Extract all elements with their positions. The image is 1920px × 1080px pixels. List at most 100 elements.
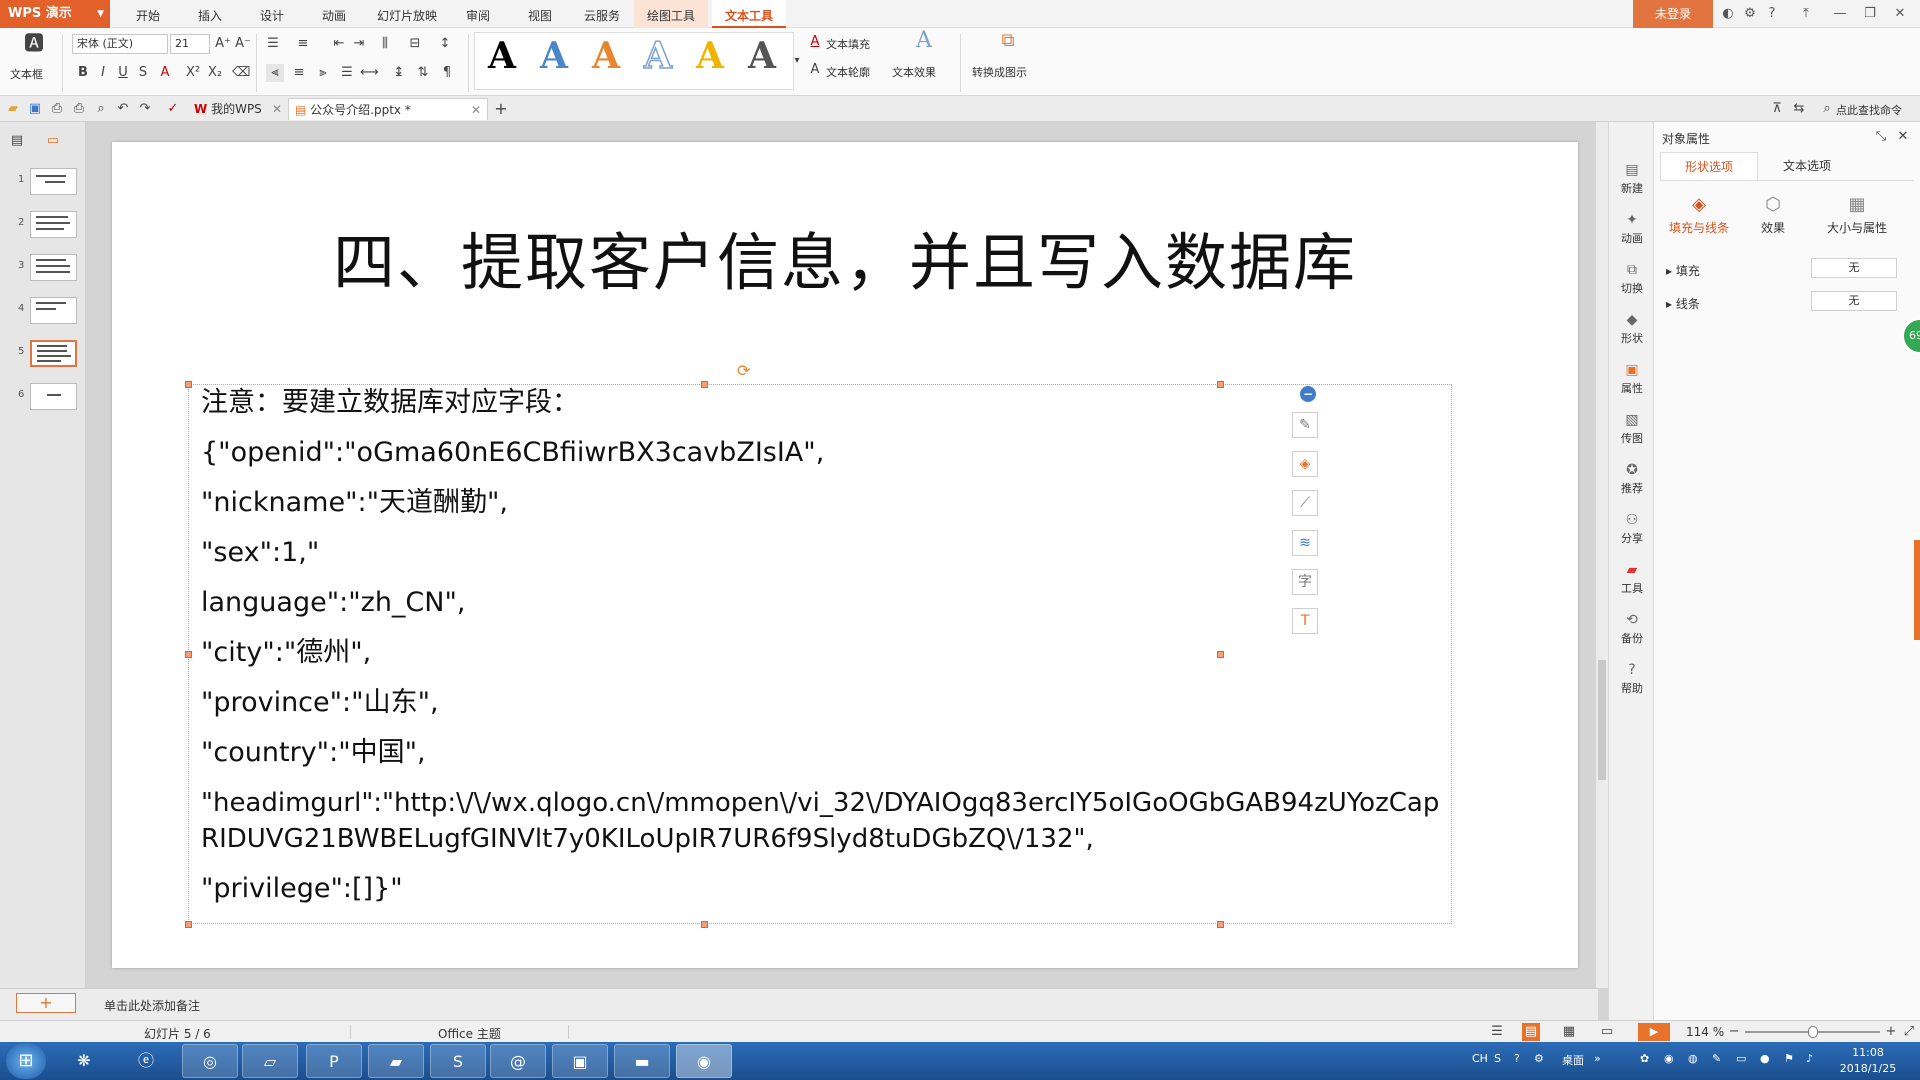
tab-design[interactable]: 设计 <box>254 0 290 28</box>
align-right-icon[interactable]: ⫸ <box>314 64 332 82</box>
resize-handle[interactable] <box>1217 651 1224 658</box>
fill-row[interactable]: ▸ 填充 <box>1666 262 1700 279</box>
zoom-in-icon[interactable]: + <box>1882 1023 1900 1041</box>
tab-animation[interactable]: 动画 <box>316 0 352 28</box>
tab-home[interactable]: 开始 <box>130 0 166 28</box>
slide-thumbnail-5[interactable] <box>30 340 77 367</box>
text-style-orange[interactable]: A <box>592 36 620 76</box>
restore-ribbon-icon[interactable]: ⤒ <box>1796 4 1816 24</box>
sublime-text-icon[interactable]: S <box>430 1044 486 1078</box>
reading-view-icon[interactable]: ▭ <box>1598 1023 1616 1041</box>
open-folder-icon[interactable]: ▰ <box>4 100 22 118</box>
vtool-share[interactable]: ⚇ 分享 <box>1609 512 1655 546</box>
undo-icon[interactable]: ↶ <box>114 100 132 118</box>
pin-icon[interactable]: ⊼ <box>1768 100 1786 118</box>
terminal-icon[interactable]: ▬ <box>614 1044 670 1078</box>
subtab-effects[interactable]: ⬡ 效果 <box>1728 194 1818 236</box>
selected-textbox[interactable]: 注意：要建立数据库对应字段： {"openid":"oGma60nE6CBfii… <box>185 381 1452 928</box>
vtool-upload-image[interactable]: ▧ 传图 <box>1609 412 1655 446</box>
notes-placeholder[interactable]: 单击此处添加备注 <box>104 997 200 1014</box>
increase-indent-icon[interactable]: ⇥ <box>350 35 368 53</box>
tray-app-icon[interactable]: ✿ <box>1640 1052 1649 1065</box>
outline-view-icon[interactable]: ▤ <box>8 132 26 150</box>
minimize-icon[interactable]: — <box>1830 4 1850 24</box>
vertical-scrollbar[interactable] <box>1596 122 1608 988</box>
zoom-slider-knob[interactable] <box>1808 1026 1818 1038</box>
tab-view[interactable]: 视图 <box>522 0 558 28</box>
textbox-icon[interactable]: 🅰 <box>22 33 46 58</box>
vtool-backup[interactable]: ⟲ 备份 <box>1609 612 1655 646</box>
textbox-button[interactable]: 文本框 <box>10 66 43 82</box>
text-effect-button[interactable]: 文本效果 <box>892 64 936 80</box>
sorter-view-icon[interactable]: ▦ <box>1560 1023 1578 1041</box>
layers-icon[interactable]: ≋ <box>1292 530 1318 556</box>
close-tab-icon[interactable]: ✕ <box>471 99 481 121</box>
align-text-icon[interactable]: ⊟ <box>406 35 424 53</box>
vtool-new[interactable]: ▤ 新建 <box>1609 162 1655 196</box>
chrome-icon[interactable]: ◉ <box>676 1044 732 1078</box>
line-row[interactable]: ▸ 线条 <box>1666 295 1700 312</box>
start-button-icon[interactable]: ⊞ <box>6 1043 46 1079</box>
fit-window-icon[interactable]: ⤢ <box>1900 1023 1918 1041</box>
zoom-out-icon[interactable]: − <box>1725 1023 1743 1041</box>
resize-handle[interactable] <box>701 381 708 388</box>
qq-icon[interactable]: ❋ <box>56 1044 112 1078</box>
volume-icon[interactable]: ♪ <box>1806 1052 1813 1065</box>
columns-icon[interactable]: ⫼ <box>376 35 394 53</box>
tab-active-document[interactable]: ▤ 公众号介绍.pptx * ✕ <box>288 98 488 120</box>
print-icon[interactable]: ⎙ <box>70 100 88 118</box>
close-tab-icon[interactable]: ✕ <box>272 98 282 120</box>
align-left-icon[interactable]: ⫷ <box>266 64 284 82</box>
tab-slideshow[interactable]: 幻灯片放映 <box>372 0 442 28</box>
clock-date[interactable]: 2018/1/25 <box>1832 1062 1904 1075</box>
line-style-icon[interactable]: ⟋ <box>1292 490 1318 516</box>
subscript-icon[interactable]: X₂ <box>206 64 224 82</box>
text-fill-icon[interactable]: A <box>806 33 824 51</box>
tray-tools-icon[interactable]: ✎ <box>1712 1052 1721 1065</box>
vtool-help[interactable]: ? 帮助 <box>1609 662 1655 696</box>
skin-icon[interactable]: ◐ <box>1718 4 1738 24</box>
slide-thumbnail-2[interactable] <box>30 211 77 238</box>
text-direction-icon[interactable]: ↕ <box>436 35 454 53</box>
convert-diagram-button[interactable]: 转换成图示 <box>972 64 1027 80</box>
line-spacing-icon[interactable]: ↨ <box>390 64 408 82</box>
snail-app-icon[interactable]: @ <box>490 1044 546 1078</box>
format-painter-icon[interactable]: ✓ <box>164 100 182 118</box>
fill-bucket-icon[interactable]: ◈ <box>1292 451 1318 477</box>
file-explorer-icon[interactable]: ▰ <box>368 1044 424 1078</box>
tab-insert[interactable]: 插入 <box>192 0 228 28</box>
decrease-indent-icon[interactable]: ⇤ <box>330 35 348 53</box>
vtool-shape[interactable]: ◆ 形状 <box>1609 312 1655 346</box>
close-icon[interactable]: ✕ <box>1890 4 1910 24</box>
collapse-tools-icon[interactable]: − <box>1300 386 1316 402</box>
justify-icon[interactable]: ☰ <box>338 64 356 82</box>
resize-handle[interactable] <box>1217 921 1224 928</box>
play-slideshow-icon[interactable]: ▶ <box>1638 1023 1670 1041</box>
notes-toggle-icon[interactable]: ☰ <box>1488 1023 1506 1041</box>
resize-handle[interactable] <box>1217 381 1224 388</box>
slides-view-icon[interactable]: ▭ <box>44 132 62 150</box>
slide-thumbnail-1[interactable] <box>30 168 77 195</box>
grow-font-icon[interactable]: A⁺ <box>214 35 232 53</box>
vtool-recommend[interactable]: ✪ 推荐 <box>1609 462 1655 496</box>
text-style-blue[interactable]: A <box>540 36 568 76</box>
expand-tray-icon[interactable]: » <box>1594 1052 1601 1065</box>
tab-drawing-tools[interactable]: 绘图工具 <box>634 0 708 28</box>
slide-title[interactable]: 四、提取客户信息，并且写入数据库 <box>112 212 1578 302</box>
notepad-icon[interactable]: ▱ <box>242 1044 298 1078</box>
text-wrap-icon[interactable]: 字 <box>1292 569 1318 595</box>
login-button[interactable]: 未登录 <box>1633 0 1713 28</box>
underline-icon[interactable]: U <box>114 64 132 82</box>
tab-cloud[interactable]: 云服务 <box>578 0 626 28</box>
text-style-gold[interactable]: A <box>696 36 724 76</box>
tab-text-tools[interactable]: 文本工具 <box>712 0 786 28</box>
help-icon[interactable]: ? <box>1762 4 1782 24</box>
clear-format-icon[interactable]: ⌫ <box>232 64 250 82</box>
add-slide-button[interactable]: + <box>16 993 76 1013</box>
clock-time[interactable]: 11:08 <box>1838 1046 1898 1059</box>
action-center-flag-icon[interactable]: ⚑ <box>1784 1052 1794 1065</box>
text-format-icon[interactable]: T <box>1292 608 1318 634</box>
tray-record-icon[interactable]: ● <box>1760 1052 1770 1065</box>
numbered-list-icon[interactable]: ≡ <box>294 35 312 53</box>
font-name-select[interactable]: 宋体 (正文) <box>72 34 168 54</box>
